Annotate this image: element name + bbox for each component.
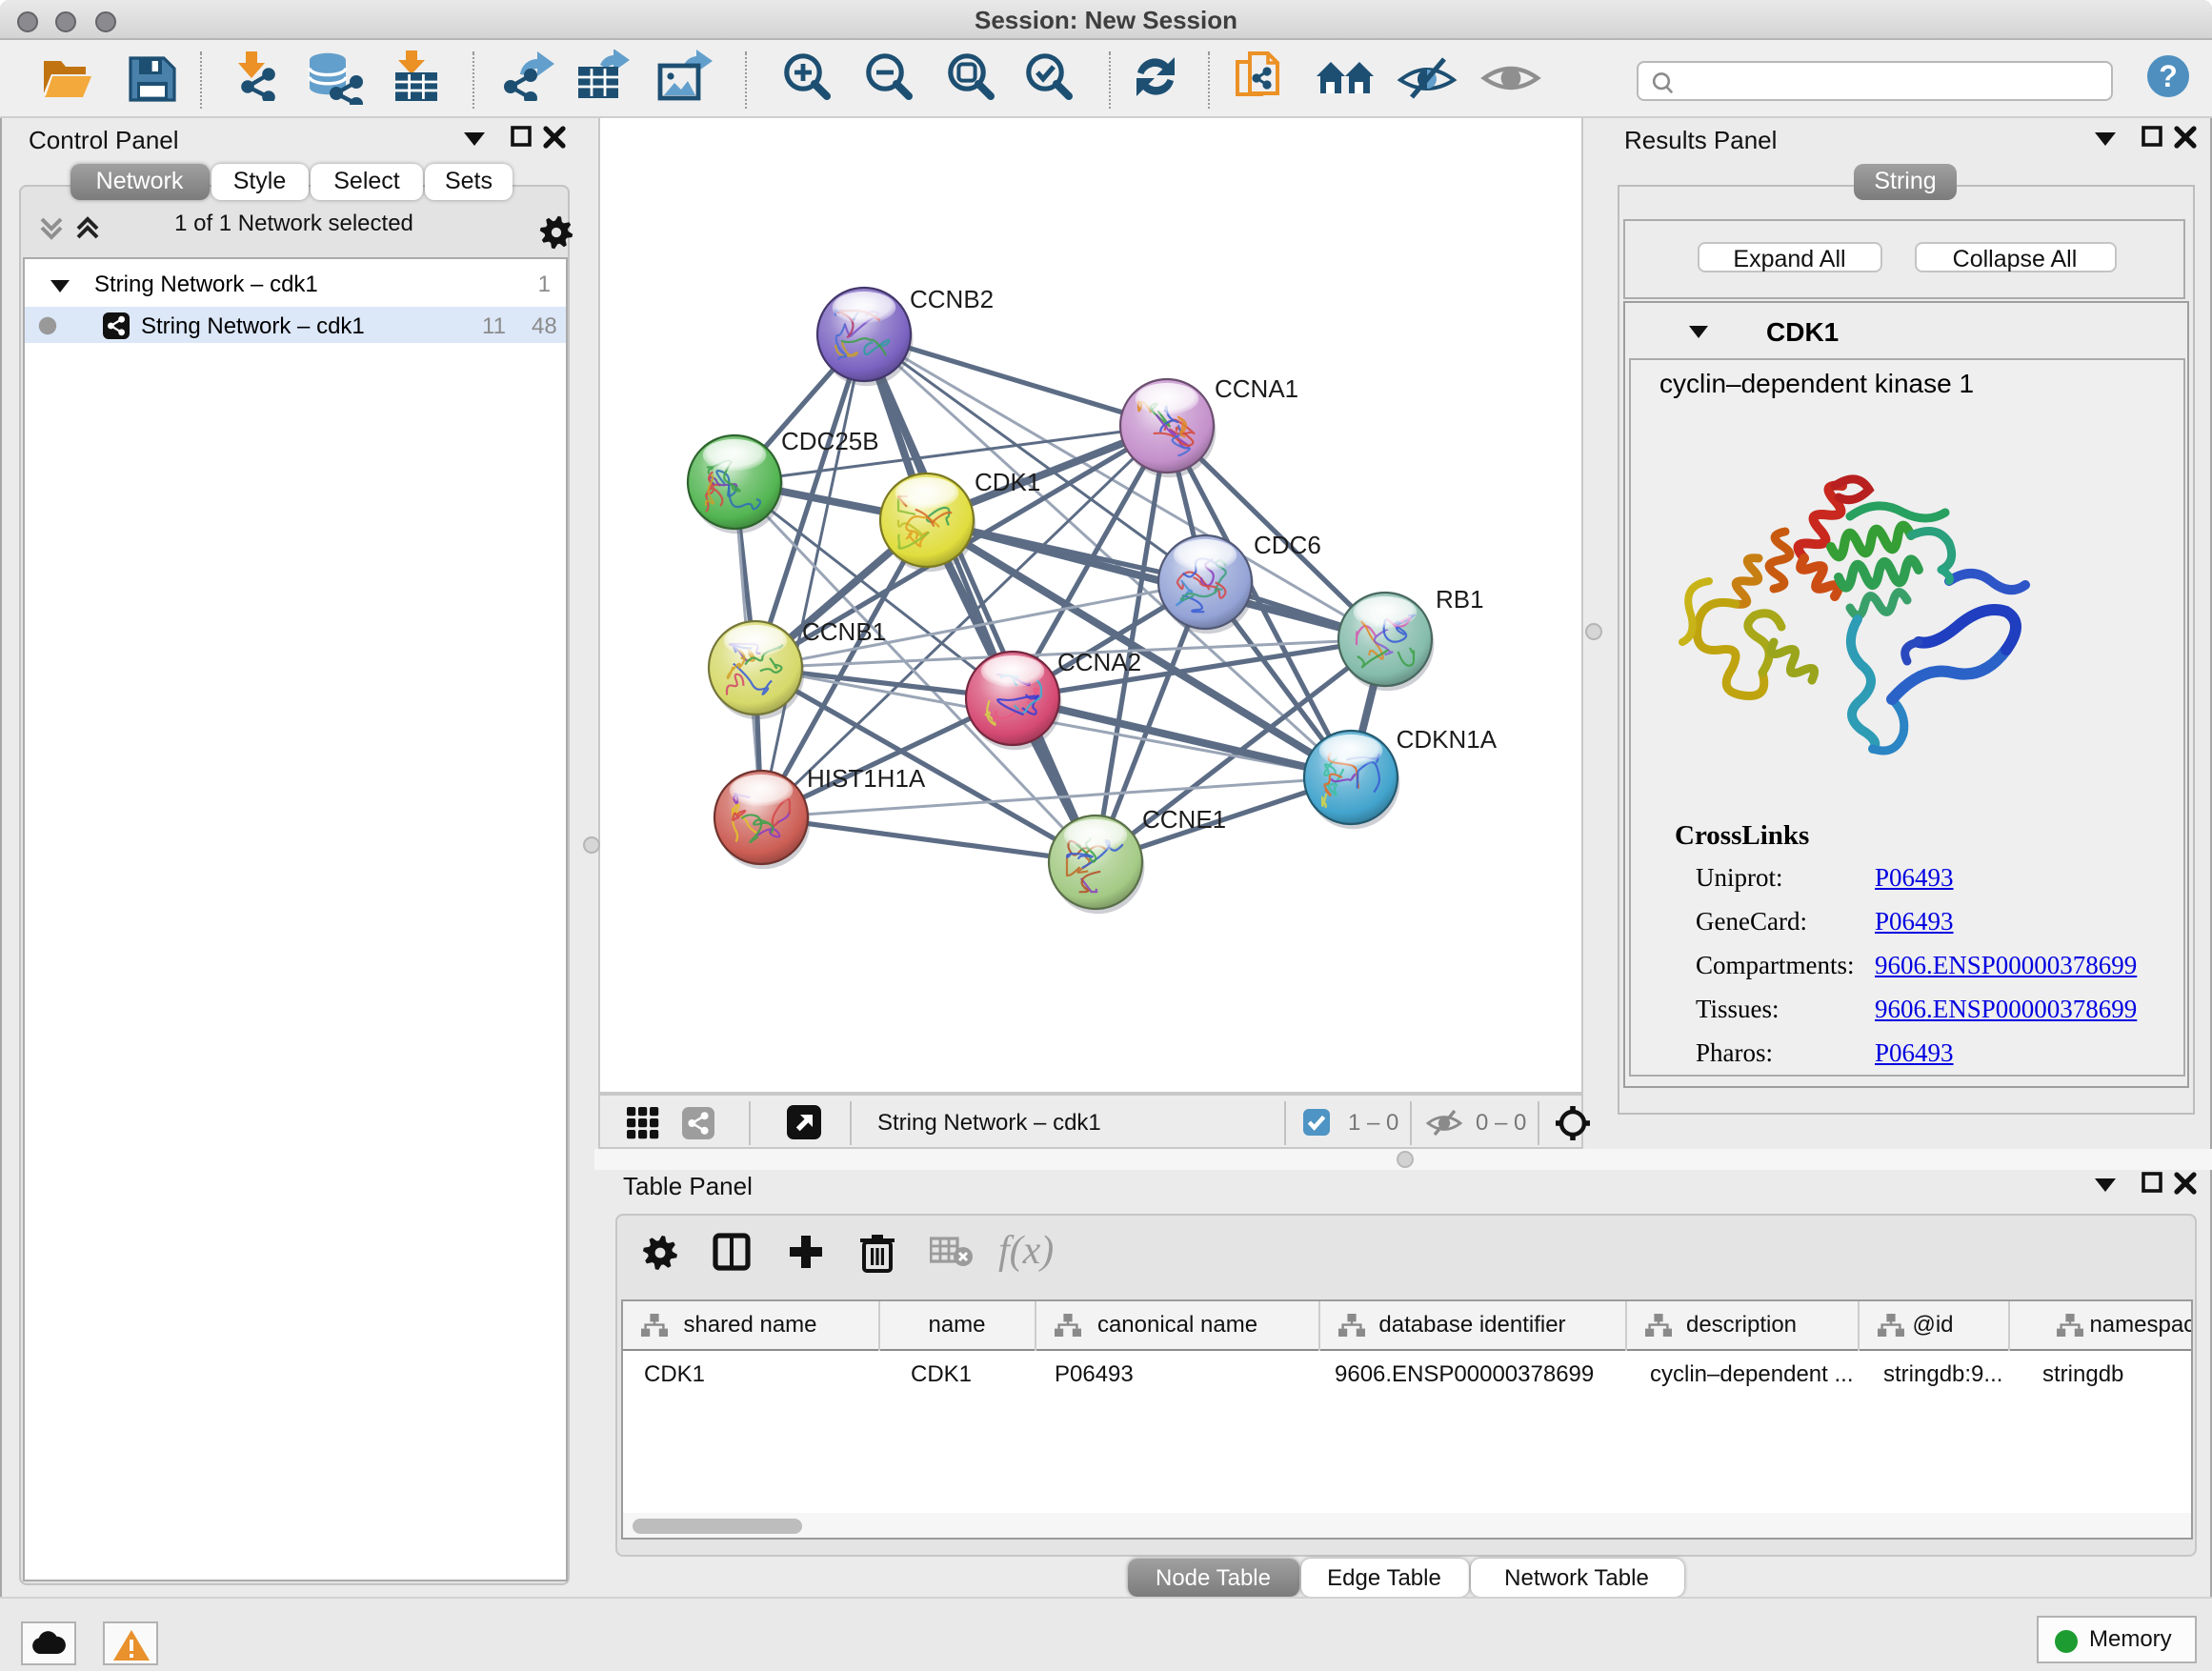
svg-text:CDC6: CDC6 <box>1253 530 1320 558</box>
svg-text:HIST1H1A: HIST1H1A <box>806 763 925 792</box>
svg-text:CCNB2: CCNB2 <box>909 284 993 312</box>
svg-text:RB1: RB1 <box>1435 584 1483 613</box>
svg-text:CCNA1: CCNA1 <box>1214 373 1297 402</box>
svg-text:CDKN1A: CDKN1A <box>1396 724 1497 753</box>
svg-text:CDC25B: CDC25B <box>780 426 878 454</box>
svg-text:?: ? <box>2159 58 2178 92</box>
svg-text:CDK1: CDK1 <box>974 467 1039 495</box>
svg-text:CCNB1: CCNB1 <box>801 616 885 645</box>
svg-text:CCNE1: CCNE1 <box>1141 804 1225 833</box>
svg-text:CCNA2: CCNA2 <box>1056 647 1140 675</box>
